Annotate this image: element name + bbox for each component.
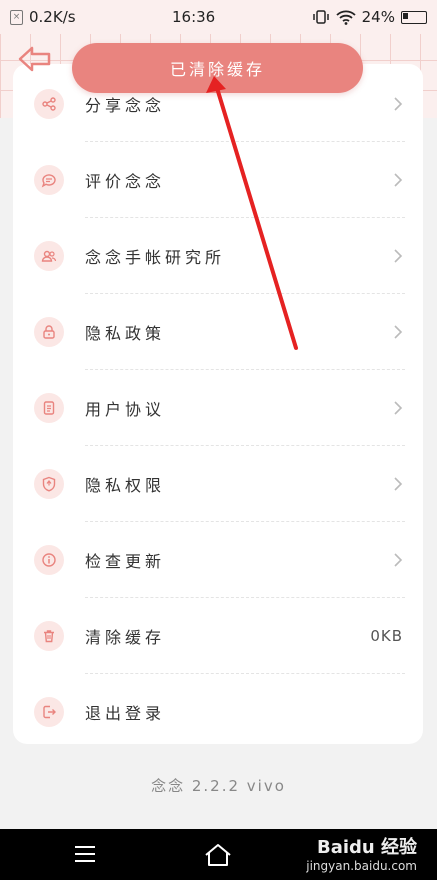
battery-icon xyxy=(400,10,427,24)
no-sim-icon: × xyxy=(10,9,23,25)
menu-item-label: 隐私权限 xyxy=(85,476,166,495)
back-arrow-icon xyxy=(18,46,51,72)
chevron-right-icon xyxy=(394,553,403,567)
menu-item-label: 检查更新 xyxy=(85,552,166,571)
menu-item-research[interactable]: 念念手帐研究所 xyxy=(13,218,423,294)
cache-size: 0KB xyxy=(370,627,403,645)
watermark-url: jingyan.baidu.com xyxy=(306,859,417,873)
users-icon xyxy=(34,241,64,271)
watermark: Baidu 经验 jingyan.baidu.com xyxy=(306,833,417,873)
menu-item-privacy-permissions[interactable]: 隐私权限 xyxy=(13,446,423,522)
app-version: 念念 2.2.2 vivo xyxy=(151,777,286,795)
clock: 16:36 xyxy=(171,8,216,26)
status-bar: × 0.2K/s 16:36 24% xyxy=(0,0,437,34)
settings-card: 分享念念 评价念念 念念手帐研究所 隐私政策 用户协议 隐私权限 检查更新 清除… xyxy=(13,64,423,744)
trash-icon xyxy=(34,621,64,651)
chevron-right-icon xyxy=(394,173,403,187)
chevron-right-icon xyxy=(394,249,403,263)
watermark-brand: Baidu 经验 xyxy=(316,837,417,858)
menu-item-check-update[interactable]: 检查更新 xyxy=(13,522,423,598)
info-icon xyxy=(34,545,64,575)
menu-item-label: 评价念念 xyxy=(85,172,166,191)
menu-item-clear-cache[interactable]: 清除缓存 0KB xyxy=(13,598,423,674)
menu-item-label: 念念手帐研究所 xyxy=(85,248,226,267)
battery-percent: 24% xyxy=(361,8,395,26)
toast-message: 已清除缓存 xyxy=(72,43,363,93)
logout-icon xyxy=(34,697,64,727)
document-icon xyxy=(34,393,64,423)
status-right: 24% xyxy=(312,8,427,26)
menu-item-label: 分享念念 xyxy=(85,96,166,115)
shield-icon xyxy=(34,469,64,499)
menu-item-label: 退出登录 xyxy=(85,704,166,723)
menu-item-rate[interactable]: 评价念念 xyxy=(13,142,423,218)
lock-icon xyxy=(34,317,64,347)
menu-icon[interactable] xyxy=(74,845,96,863)
back-button[interactable] xyxy=(18,44,52,74)
wifi-icon xyxy=(336,10,356,25)
chevron-right-icon xyxy=(394,97,403,111)
home-icon[interactable] xyxy=(203,842,233,868)
chevron-right-icon xyxy=(394,325,403,339)
chevron-right-icon xyxy=(394,401,403,415)
menu-item-logout[interactable]: 退出登录 xyxy=(13,674,423,744)
vibrate-icon xyxy=(312,10,329,24)
chat-icon xyxy=(34,165,64,195)
navigation-bar: Baidu 经验 jingyan.baidu.com xyxy=(0,829,437,880)
menu-item-privacy-policy[interactable]: 隐私政策 xyxy=(13,294,423,370)
menu-item-label: 用户协议 xyxy=(85,400,166,419)
chevron-right-icon xyxy=(394,477,403,491)
network-speed: 0.2K/s xyxy=(29,8,76,26)
status-left: × 0.2K/s xyxy=(10,8,76,26)
menu-item-label: 隐私政策 xyxy=(85,324,166,343)
share-icon xyxy=(34,89,64,119)
menu-item-user-agreement[interactable]: 用户协议 xyxy=(13,370,423,446)
menu-item-label: 清除缓存 xyxy=(85,628,166,647)
